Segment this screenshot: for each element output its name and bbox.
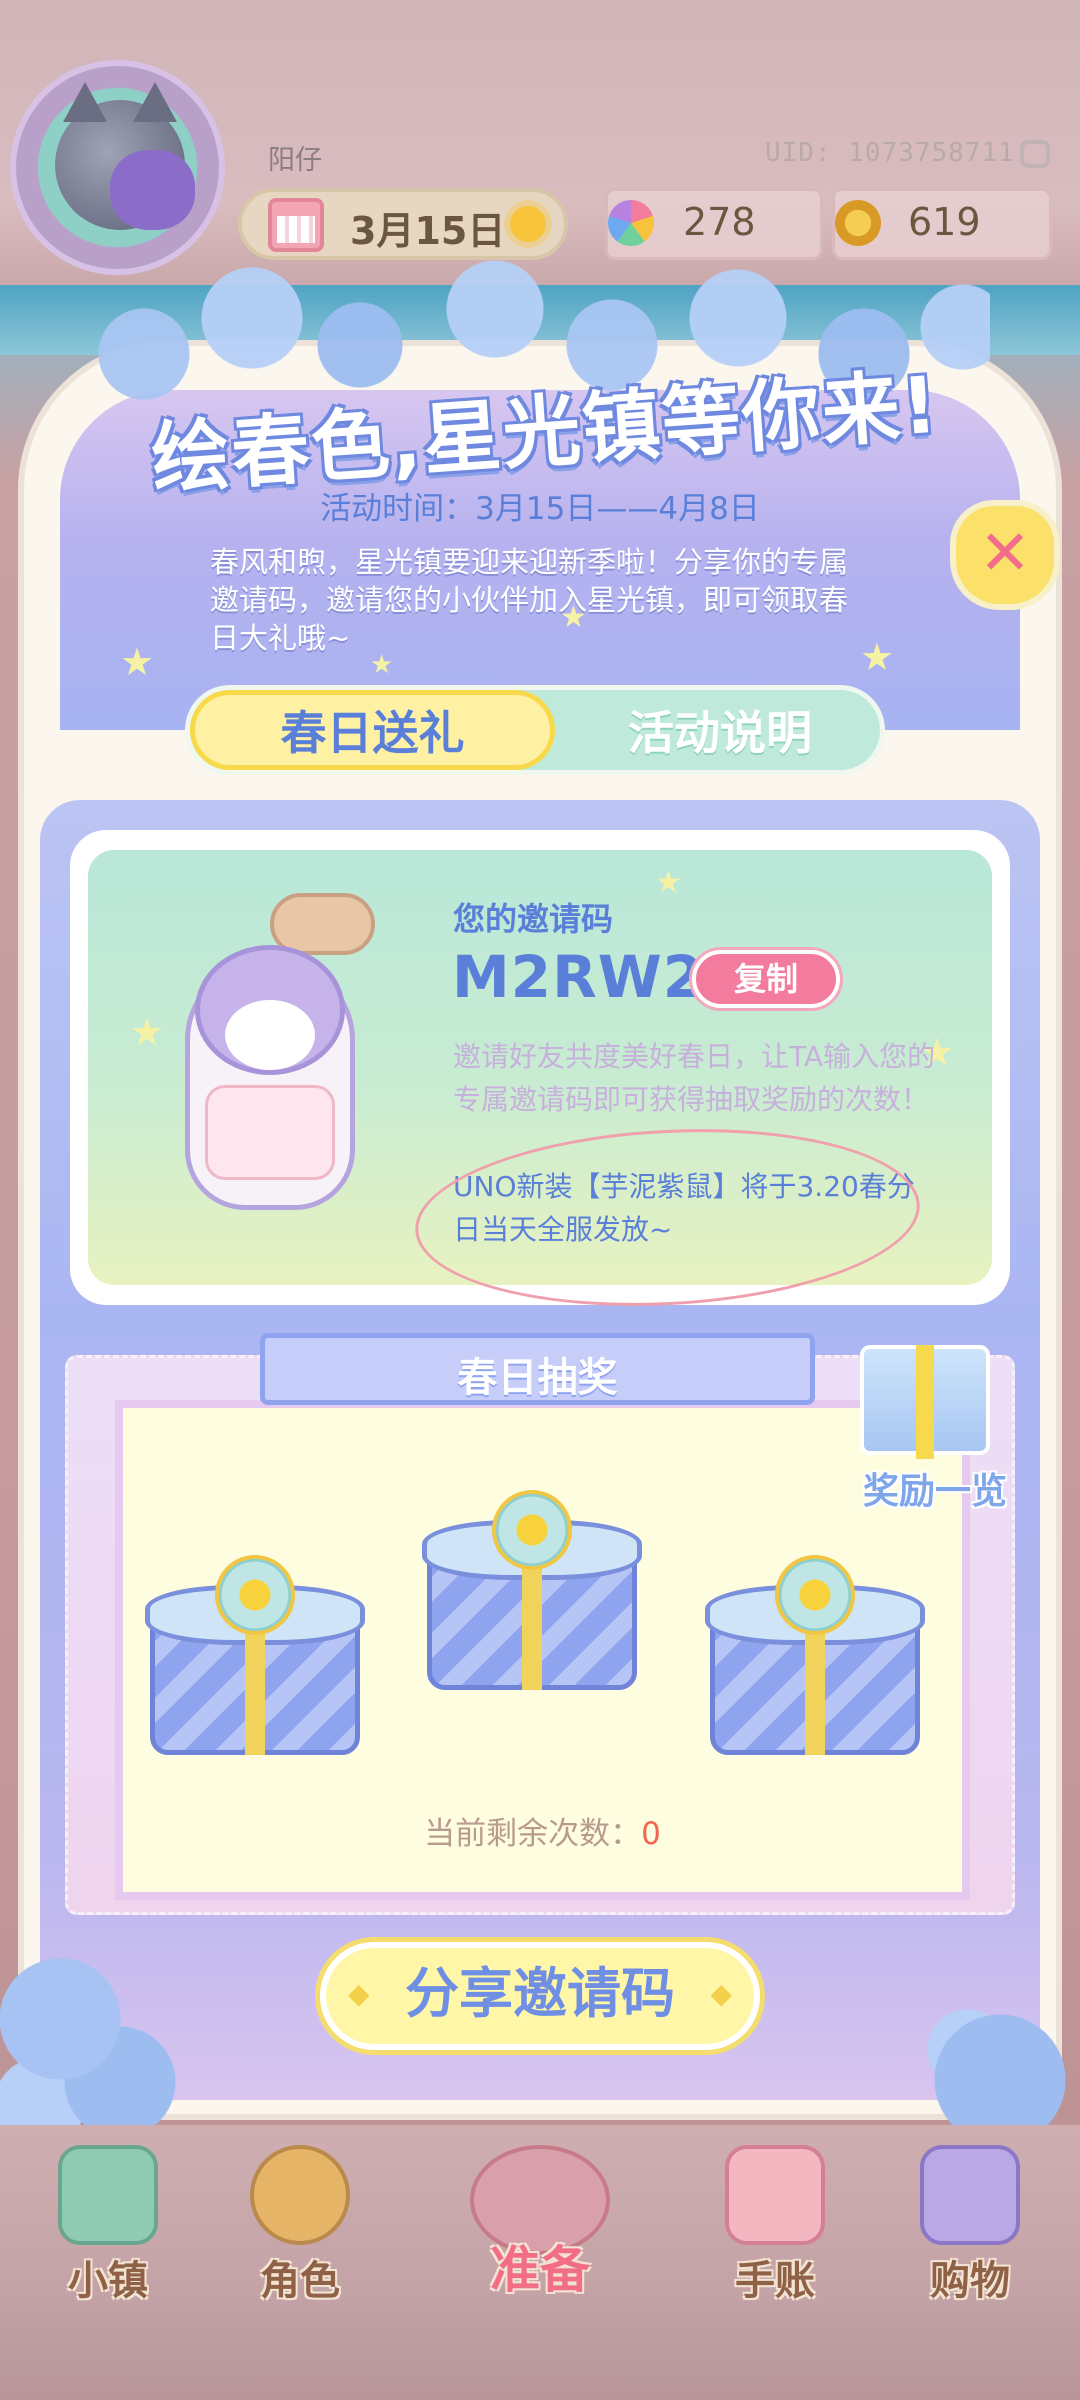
gold-coin-icon bbox=[835, 200, 881, 246]
nav-shopping-label: 购物 bbox=[930, 2258, 1010, 2304]
invite-code-label: 您的邀请码 bbox=[453, 900, 614, 938]
nav-character-label: 角色 bbox=[260, 2258, 340, 2304]
gift-box-3[interactable] bbox=[705, 1555, 925, 1755]
coin-count: 619 bbox=[908, 200, 981, 244]
remaining-draws-label: 当前剩余次数： bbox=[424, 1816, 642, 1852]
rainbow-flower-icon bbox=[608, 200, 654, 246]
shopping-bag-icon bbox=[920, 2145, 1020, 2245]
close-icon: ✕ bbox=[979, 516, 1031, 589]
nav-prepare-label: 准备 bbox=[490, 2241, 590, 2299]
remaining-draws: 当前剩余次数：0 bbox=[115, 1808, 970, 1853]
avatar-bear-illustration bbox=[110, 150, 195, 230]
character-icon bbox=[250, 2145, 350, 2245]
close-button[interactable]: ✕ bbox=[950, 500, 1060, 610]
player-uid: UID: 1073758711 bbox=[765, 138, 1015, 168]
copy-code-button[interactable]: 复制 bbox=[692, 950, 840, 1008]
nav-journal[interactable]: 手账 bbox=[700, 2140, 850, 2315]
event-time: 活动时间：3月15日——4月8日 bbox=[320, 491, 760, 527]
nav-character[interactable]: 角色 bbox=[225, 2140, 375, 2315]
star-decoration: ★ bbox=[655, 865, 682, 900]
star-decoration: ★ bbox=[860, 635, 895, 679]
tab-event-info[interactable]: 活动说明 bbox=[555, 697, 885, 763]
sun-weather-icon bbox=[510, 206, 546, 242]
town-map-icon bbox=[58, 2145, 158, 2245]
nav-shopping[interactable]: 购物 bbox=[895, 2140, 1045, 2315]
bow-icon bbox=[492, 1490, 572, 1570]
gift-box-1[interactable] bbox=[145, 1555, 365, 1755]
share-invite-code-button[interactable]: 分享邀请码 bbox=[320, 1942, 760, 2050]
journal-icon bbox=[725, 2145, 825, 2245]
current-date: 3月15日 bbox=[350, 209, 506, 253]
invite-description: 邀请好友共度美好春日，让TA输入您的专属邀请码即可获得抽取奖励的次数！ bbox=[453, 1040, 936, 1116]
nav-town[interactable]: 小镇 bbox=[33, 2140, 183, 2315]
lottery-title: 春日抽奖 bbox=[457, 1355, 618, 1401]
player-name: 阳仔 bbox=[268, 145, 322, 176]
tab-spring-gift[interactable]: 春日送礼 bbox=[190, 697, 555, 763]
flower-decoration-left bbox=[0, 1935, 200, 2145]
mascot-face bbox=[225, 1000, 315, 1070]
bow-icon bbox=[775, 1555, 855, 1635]
nav-journal-label: 手账 bbox=[735, 2258, 815, 2304]
flower-count: 278 bbox=[683, 200, 756, 244]
star-decoration: ★ bbox=[120, 640, 155, 684]
gift-box-2[interactable] bbox=[422, 1490, 642, 1690]
nav-prepare[interactable]: 准备 bbox=[455, 2140, 625, 2315]
star-decoration: ★ bbox=[130, 1010, 165, 1054]
event-intro: 春风和煦，星光镇要迎来迎新季啦！分享你的专属邀请码，邀请您的小伙伴加入星光镇，即… bbox=[210, 545, 849, 655]
remaining-draws-count: 0 bbox=[641, 1816, 661, 1852]
copy-uid-icon[interactable] bbox=[1020, 140, 1050, 168]
reward-gift-icon[interactable] bbox=[860, 1345, 990, 1459]
mascot-shirt bbox=[205, 1085, 335, 1180]
nav-town-label: 小镇 bbox=[68, 2258, 148, 2304]
reward-list-button[interactable]: 奖励一览 bbox=[840, 1462, 1030, 1514]
bow-icon bbox=[215, 1555, 295, 1635]
calendar-icon bbox=[268, 198, 324, 252]
